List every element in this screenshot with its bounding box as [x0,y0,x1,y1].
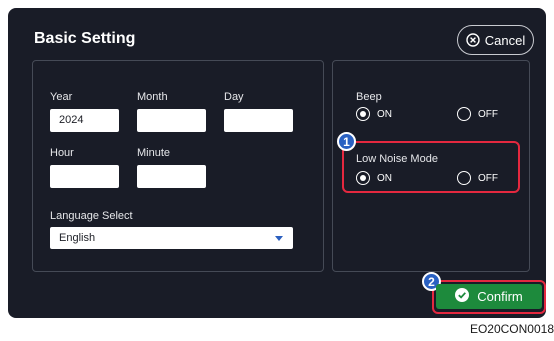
beep-off-radio[interactable]: OFF [457,107,498,121]
minute-label: Minute [137,147,171,159]
hour-label: Hour [50,147,74,159]
hour-field[interactable] [50,165,119,188]
caret-down-icon [275,236,283,241]
close-circle-icon [466,33,480,47]
month-field[interactable] [137,109,206,132]
year-field[interactable]: 2024 [50,109,119,132]
language-select[interactable]: English [50,227,293,249]
figure-code-caption: EO20CON0018 [469,322,554,336]
year-label: Year [50,91,73,103]
language-label: Language Select [50,210,133,222]
low-noise-highlight [342,141,520,193]
day-field[interactable] [224,109,293,132]
radio-selected-icon [356,107,370,121]
language-selected-value: English [59,232,96,244]
callout-badge-1: 1 [337,132,356,151]
date-language-panel: Year Month Day 2024 Hour Minute Language… [32,60,324,272]
minute-field[interactable] [137,165,206,188]
check-circle-icon [455,288,470,305]
confirm-button[interactable]: Confirm [436,284,542,309]
beep-on-label: ON [377,108,392,120]
beep-off-label: OFF [478,108,498,120]
page-title: Basic Setting [34,30,136,47]
basic-setting-dialog: Basic Setting Cancel Year Month Day 2024… [8,8,546,318]
cancel-button[interactable]: Cancel [457,25,534,55]
confirm-label: Confirm [477,289,523,304]
month-label: Month [137,91,168,103]
beep-label: Beep [356,91,382,103]
day-label: Day [224,91,244,103]
cancel-label: Cancel [484,32,526,48]
beep-on-radio[interactable]: ON [356,107,392,121]
radio-unselected-icon [457,107,471,121]
